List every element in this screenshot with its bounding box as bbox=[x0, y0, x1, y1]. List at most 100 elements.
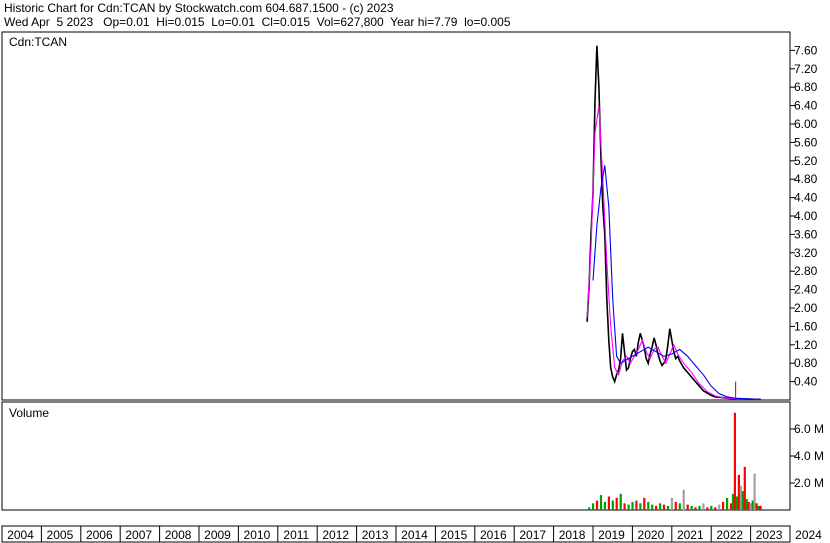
volume-bar bbox=[659, 503, 662, 511]
volume-bar bbox=[619, 493, 622, 510]
volume-bar bbox=[666, 505, 670, 510]
x-tick-label: 2023 bbox=[756, 528, 783, 542]
volume-y-axis: 2.0 M 4.0 M 6.0 M bbox=[790, 422, 824, 490]
volume-bar bbox=[599, 495, 603, 510]
volume-panel bbox=[1, 401, 791, 511]
volume-bar bbox=[615, 497, 618, 510]
price-y-tick-label: 1.20 bbox=[794, 338, 818, 352]
volume-bar bbox=[749, 503, 752, 511]
volume-bar bbox=[627, 504, 630, 510]
volume-bar bbox=[631, 501, 634, 510]
volume-bar bbox=[655, 505, 658, 510]
volume-bar bbox=[739, 485, 742, 510]
price-y-tick-label: 5.20 bbox=[794, 154, 818, 168]
price-y-tick-label: 0.40 bbox=[794, 375, 818, 389]
volume-bar bbox=[662, 504, 666, 510]
volume-bar bbox=[651, 504, 654, 510]
volume-bar bbox=[698, 505, 701, 510]
x-tick-label: 2011 bbox=[283, 528, 309, 542]
price-y-tick-label: 3.60 bbox=[794, 227, 818, 241]
price-y-tick-label: 0.80 bbox=[794, 356, 818, 370]
historic-chart: Cdn:TCAN 0.40 0.80 1.20 1.60 2.00 2.40 2.80 3.2… bbox=[1, 31, 824, 543]
volume-bar bbox=[751, 500, 754, 510]
volume-bar bbox=[588, 507, 591, 510]
volume-bar bbox=[595, 500, 599, 510]
volume-bar bbox=[647, 501, 650, 510]
volume-bar bbox=[643, 497, 646, 510]
x-tick-label: 2014 bbox=[401, 528, 428, 542]
x-tick-label: 2018 bbox=[559, 528, 586, 542]
price-y-tick-label: 5.60 bbox=[794, 135, 818, 149]
price-y-tick-label: 2.80 bbox=[794, 264, 818, 278]
volume-bar bbox=[745, 499, 748, 510]
volume-bar bbox=[755, 503, 758, 511]
x-tick-label: 2008 bbox=[165, 528, 192, 542]
x-tick-label: 2020 bbox=[638, 528, 665, 542]
volume-bar bbox=[733, 412, 736, 510]
volume-bar bbox=[737, 474, 740, 510]
volume-bar bbox=[731, 493, 735, 510]
price-y-tick-label: 3.20 bbox=[794, 246, 818, 260]
x-tick-label: 2015 bbox=[441, 528, 468, 542]
volume-bar bbox=[759, 505, 762, 510]
volume-bar bbox=[722, 501, 725, 510]
price-y-tick-label: 6.40 bbox=[794, 99, 818, 113]
volume-bar bbox=[714, 507, 717, 510]
volume-bar bbox=[603, 501, 606, 510]
volume-bar bbox=[635, 500, 638, 510]
x-tick-label: 2016 bbox=[480, 528, 507, 542]
volume-y-tick-label: 4.0 M bbox=[794, 449, 824, 463]
volume-bar bbox=[623, 503, 626, 511]
price-y-tick-label: 4.80 bbox=[794, 172, 818, 186]
volume-bar bbox=[674, 501, 677, 510]
volume-bar bbox=[718, 504, 721, 510]
volume-bar bbox=[702, 503, 705, 511]
x-tick-label: 2022 bbox=[716, 528, 743, 542]
volume-bar bbox=[735, 496, 738, 510]
volume-bar bbox=[678, 503, 681, 511]
x-tick-label: 2017 bbox=[519, 528, 546, 542]
x-tick-label: 2006 bbox=[86, 528, 113, 542]
volume-bar bbox=[743, 466, 746, 510]
x-tick-label: 2019 bbox=[598, 528, 625, 542]
volume-bar bbox=[741, 491, 744, 510]
price-y-tick-label: 6.80 bbox=[794, 80, 818, 94]
volume-bar bbox=[607, 496, 610, 510]
volume-bar bbox=[686, 504, 689, 510]
volume-bar bbox=[710, 505, 713, 510]
price-y-tick-label: 4.40 bbox=[794, 191, 818, 205]
volume-bar bbox=[670, 497, 673, 510]
price-y-axis: 0.40 0.80 1.20 1.60 2.00 2.40 2.80 3.20 3.60 4.00… bbox=[790, 43, 818, 389]
price-y-tick-label: 2.40 bbox=[794, 283, 818, 297]
x-tick-label: 2005 bbox=[47, 528, 74, 542]
volume-y-tick-label: 6.0 M bbox=[794, 422, 824, 436]
x-tick-label: 2024 bbox=[795, 528, 822, 542]
x-axis: 2004 2005 2006 2007 2008 2009 2010 2011 2012 2013… bbox=[1, 526, 822, 542]
x-tick-label: 2004 bbox=[7, 528, 34, 542]
volume-bar bbox=[729, 503, 733, 511]
volume-bar bbox=[757, 505, 760, 510]
price-y-tick-label: 4.00 bbox=[794, 209, 818, 223]
volume-bar bbox=[694, 507, 697, 510]
volume-bar bbox=[706, 507, 709, 510]
volume-bar bbox=[611, 500, 614, 510]
x-tick-label: 2021 bbox=[677, 528, 704, 542]
x-tick-label: 2013 bbox=[362, 528, 389, 542]
volume-bar bbox=[747, 501, 750, 510]
price-y-tick-label: 7.20 bbox=[794, 62, 818, 76]
volume-bar bbox=[753, 473, 756, 510]
volume-y-tick-label: 2.0 M bbox=[794, 476, 824, 490]
volume-bar bbox=[682, 489, 685, 511]
volume-bar bbox=[639, 503, 642, 511]
x-tick-label: 2007 bbox=[125, 528, 152, 542]
x-tick-label: 2010 bbox=[244, 528, 271, 542]
x-tick-label: 2012 bbox=[322, 528, 349, 542]
volume-panel-label: Volume bbox=[9, 406, 49, 420]
price-y-tick-label: 7.60 bbox=[794, 43, 818, 57]
volume-bar bbox=[690, 505, 693, 510]
price-y-tick-label: 1.60 bbox=[794, 319, 818, 333]
price-y-tick-label: 2.00 bbox=[794, 301, 818, 315]
price-panel-label: Cdn:TCAN bbox=[9, 35, 67, 49]
x-tick-label: 2009 bbox=[204, 528, 231, 542]
price-y-tick-label: 6.00 bbox=[794, 117, 818, 131]
